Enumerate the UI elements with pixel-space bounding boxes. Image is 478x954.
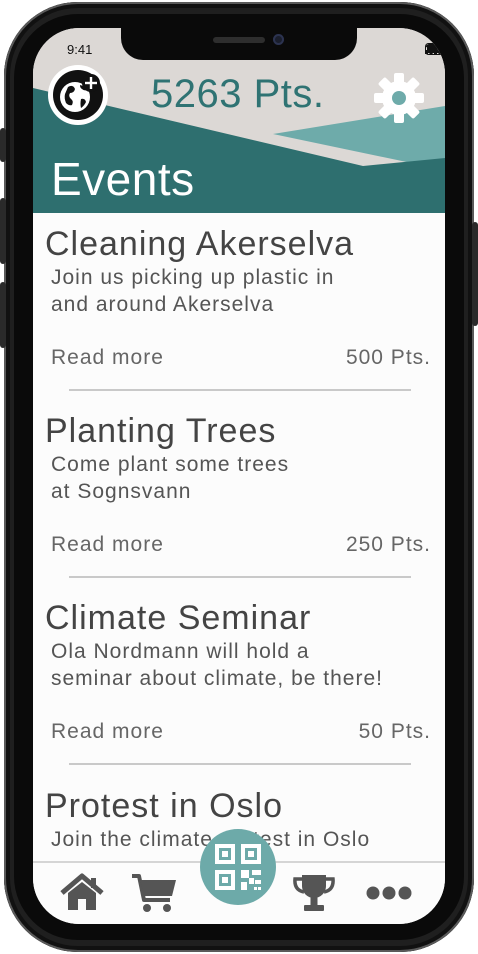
page-title: Events — [51, 153, 195, 205]
settings-button[interactable] — [373, 72, 425, 124]
mute-switch — [0, 128, 6, 162]
event-description-line: seminar about climate, be there! — [51, 667, 383, 690]
event-points: 250 Pts. — [345, 533, 431, 556]
read-more-link[interactable]: Read more — [51, 346, 164, 370]
event-description: Come plant some trees at Sognsvann — [51, 451, 289, 505]
event-title: Cleaning Akerselva — [45, 225, 355, 263]
home-icon — [60, 873, 104, 910]
event-description-line: Ola Nordmann will hold a — [51, 640, 310, 663]
notch — [121, 28, 357, 60]
tab-more[interactable] — [359, 863, 419, 923]
event-points: 50 Pts. — [358, 720, 431, 743]
qr-code-icon — [215, 844, 261, 890]
volume-down-button — [0, 282, 6, 348]
tab-cart[interactable] — [127, 863, 181, 923]
status-time: 9:41 — [67, 42, 93, 57]
scan-qr-button[interactable] — [200, 829, 276, 905]
event-title: Protest in Oslo — [45, 787, 283, 825]
points-total: 5263 Pts. — [151, 72, 325, 116]
events-list[interactable]: Cleaning Akerselva Join us picking up pl… — [33, 213, 445, 861]
divider — [69, 763, 411, 765]
event-points: 500 Pts. — [345, 346, 431, 369]
front-camera — [273, 34, 284, 45]
tab-leaderboard[interactable] — [287, 863, 341, 923]
gear-icon — [374, 73, 424, 123]
event-description-line: and around Akerselva — [51, 293, 275, 316]
volume-up-button — [0, 198, 6, 264]
event-description: Ola Nordmann will hold a seminar about c… — [51, 638, 383, 692]
battery-icon — [425, 43, 445, 55]
event-title: Planting Trees — [45, 412, 277, 450]
event-title: Climate Seminar — [45, 599, 312, 637]
divider — [69, 389, 411, 391]
speaker-grille — [213, 37, 265, 43]
more-dots-icon — [366, 886, 412, 900]
app-screen: 9:41 5263 Pts. Events Cleaning Akerselva… — [33, 28, 445, 924]
event-description: Join us picking up plastic in and around… — [51, 264, 334, 318]
event-description-line: Come plant some trees — [51, 453, 290, 476]
tab-home[interactable] — [55, 863, 109, 923]
power-button — [472, 222, 478, 326]
phone-frame: 9:41 5263 Pts. Events Cleaning Akerselva… — [0, 0, 478, 954]
read-more-link[interactable]: Read more — [51, 533, 164, 557]
add-globe-button[interactable] — [47, 64, 109, 126]
event-description-line: at Sognsvann — [51, 480, 192, 503]
cart-icon — [132, 874, 176, 912]
event-description-line: Join us picking up plastic in — [51, 266, 335, 289]
globe-plus-icon — [48, 65, 108, 125]
trophy-icon — [293, 875, 335, 911]
read-more-link[interactable]: Read more — [51, 720, 164, 744]
divider — [69, 576, 411, 578]
